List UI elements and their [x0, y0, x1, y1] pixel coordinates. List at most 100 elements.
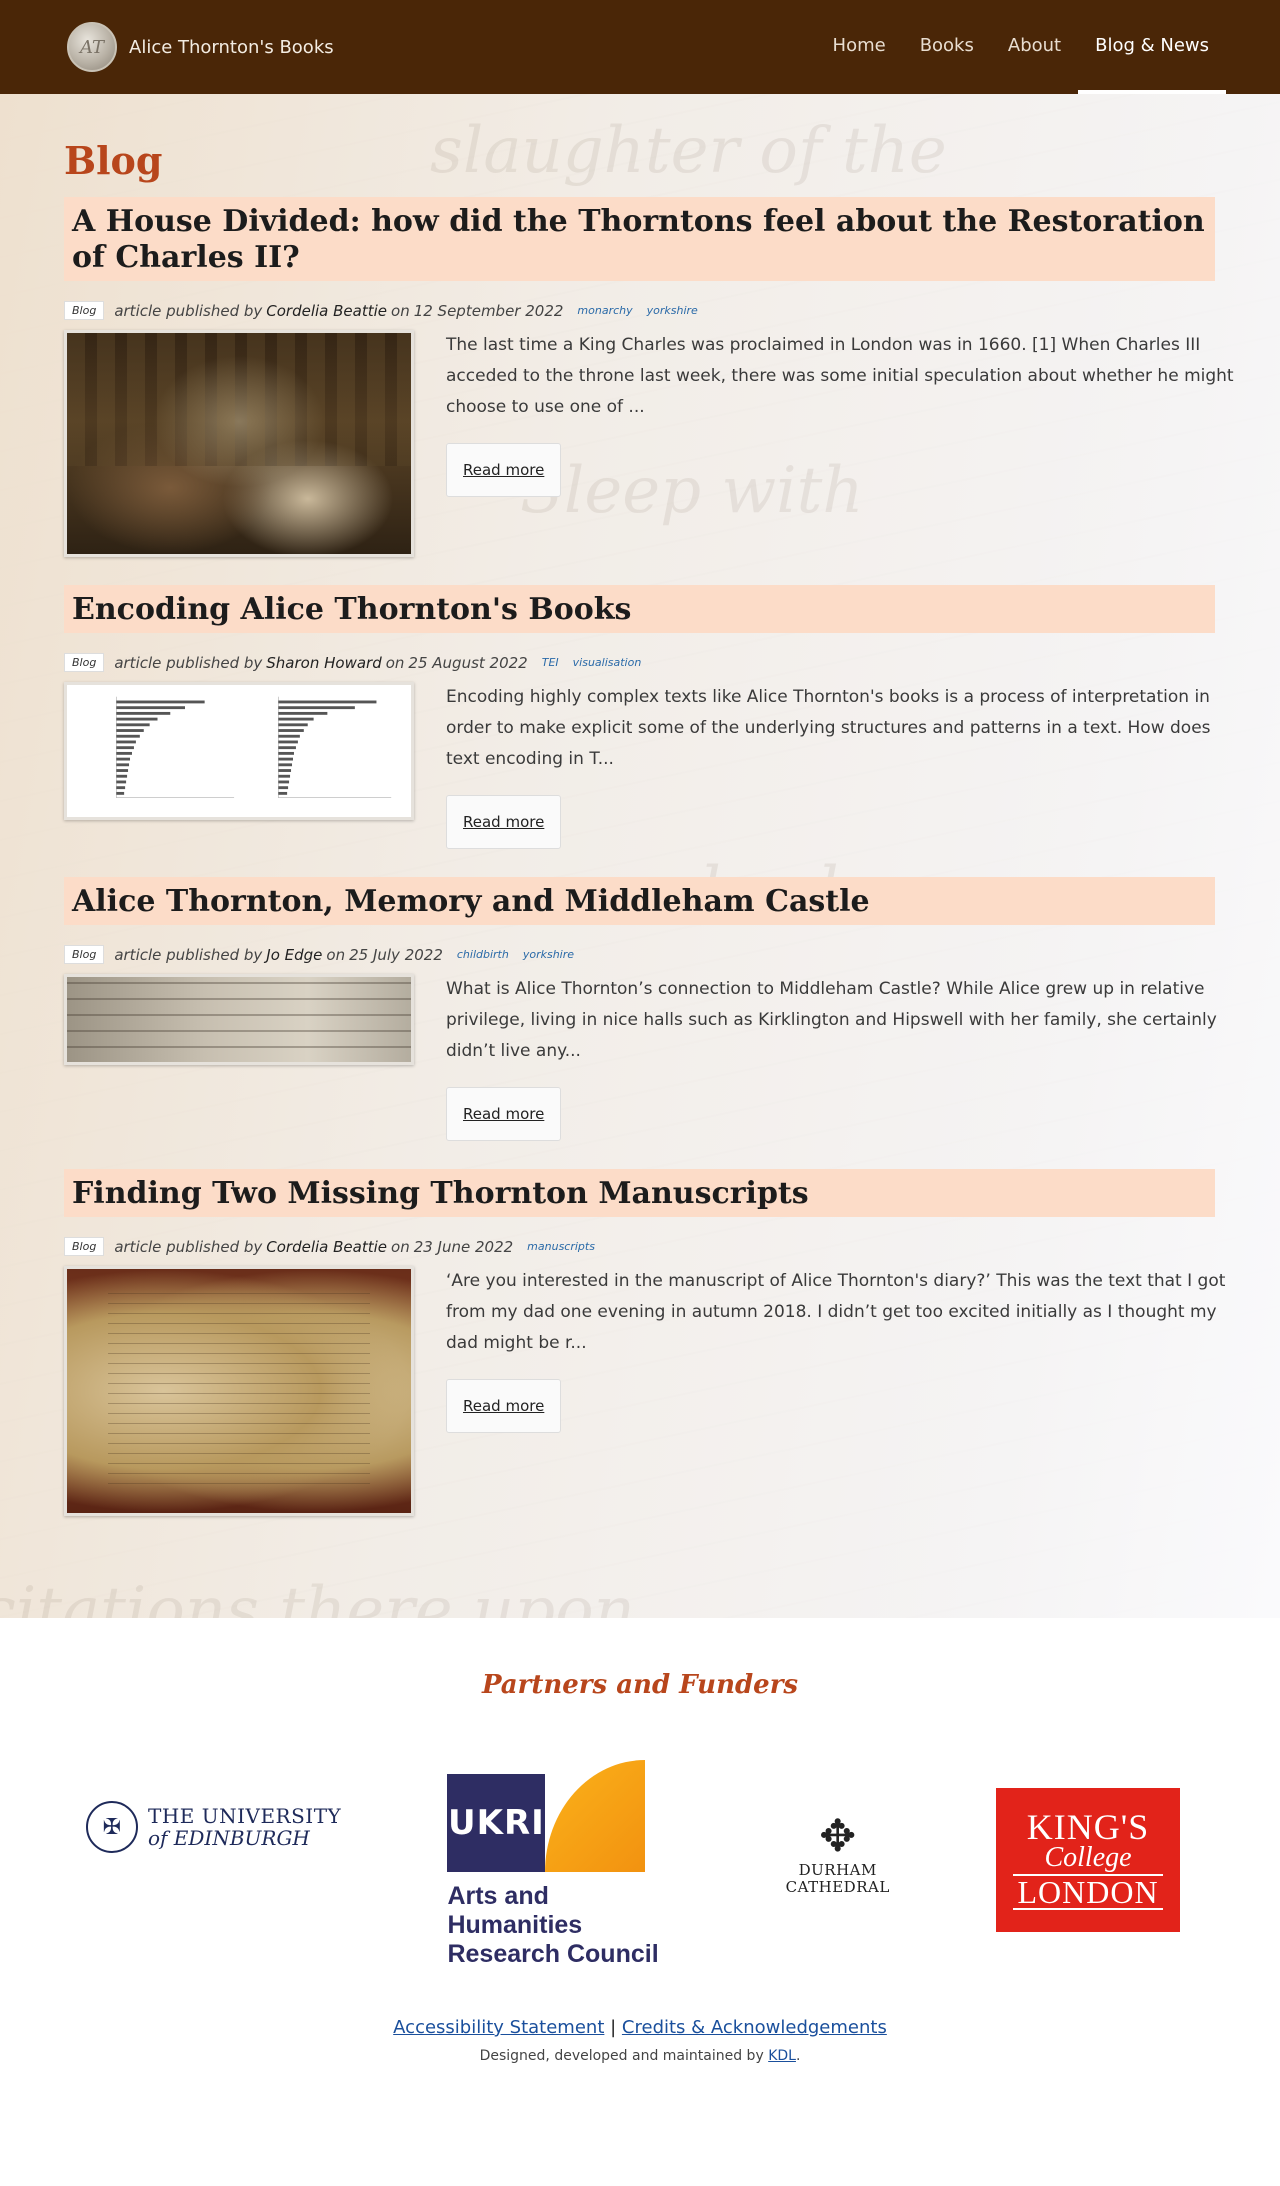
- footer-separator: |: [610, 2017, 617, 2038]
- page-title: Blog: [64, 138, 163, 183]
- post-body: What is Alice Thornton’s connection to M…: [64, 974, 1246, 1141]
- post-title[interactable]: Alice Thornton, Memory and Middleham Cas…: [64, 877, 1215, 925]
- read-more-button[interactable]: Read more: [446, 1379, 562, 1433]
- ukri-ahrc-logo[interactable]: UKRI Arts and Humanities Research Counci…: [447, 1759, 679, 1969]
- post-summary: Encoding highly complex texts like Alice…: [446, 687, 1211, 769]
- ukri-mark-icon: UKRI: [447, 1759, 647, 1872]
- post-date: 25 July 2022: [349, 945, 443, 964]
- nav-home[interactable]: Home: [816, 0, 903, 94]
- post-thumbnail-image[interactable]: [64, 974, 414, 1065]
- nav-blog-news[interactable]: Blog & News: [1078, 0, 1226, 94]
- blog-post: Alice Thornton, Memory and Middleham Cas…: [64, 877, 1246, 1141]
- category-badge[interactable]: Blog: [64, 653, 105, 672]
- brand[interactable]: AT Alice Thornton's Books: [67, 22, 334, 72]
- blog-post: Finding Two Missing Thornton Manuscripts…: [64, 1169, 1246, 1516]
- site-navbar: AT Alice Thornton's Books Home Books Abo…: [0, 0, 1280, 94]
- credit-suffix: .: [795, 2048, 801, 2064]
- blog-post: A House Divided: how did the Thorntons f…: [64, 197, 1246, 557]
- post-thumbnail-image[interactable]: [64, 682, 414, 820]
- post-author: Sharon Howard: [266, 653, 382, 672]
- post-summary: What is Alice Thornton’s connection to M…: [446, 979, 1217, 1061]
- post-meta: Blog article published by Sharon Howard …: [64, 653, 1246, 672]
- post-meta: Blog article published by Jo Edge on 25 …: [64, 945, 1246, 964]
- post-author: Cordelia Beattie: [266, 1237, 388, 1256]
- ahrc-line: Humanities: [447, 1910, 583, 1939]
- post-text: ‘Are you interested in the manuscript of…: [446, 1266, 1246, 1516]
- meta-on: on: [391, 1237, 410, 1256]
- partners-title: Partners and Funders: [481, 1670, 799, 1700]
- kings-college-logo[interactable]: KING'S College LONDON: [996, 1788, 1180, 1932]
- edinburgh-logo[interactable]: ✠ THE UNIVERSITY of EDINBURGH: [86, 1801, 341, 1853]
- main-nav: Home Books About Blog & News: [816, 0, 1226, 94]
- edinburgh-crest-icon: ✠: [86, 1801, 138, 1853]
- post-body: ‘Are you interested in the manuscript of…: [64, 1266, 1246, 1516]
- blog-post: Encoding Alice Thornton's Books Blog art…: [64, 585, 1246, 849]
- background-handwriting: citations there upon: [0, 1574, 635, 1618]
- meta-prefix: article published by: [114, 653, 263, 672]
- post-body: The last time a King Charles was proclai…: [64, 330, 1246, 557]
- category-badge[interactable]: Blog: [64, 945, 105, 964]
- nav-books[interactable]: Books: [903, 0, 991, 94]
- post-title[interactable]: Encoding Alice Thornton's Books: [64, 585, 1215, 633]
- blog-main: slaughter of the Sleep with hookes citat…: [0, 94, 1280, 1618]
- post-tag[interactable]: childbirth: [457, 948, 509, 961]
- ukri-box: UKRI: [447, 1773, 546, 1872]
- post-summary: ‘Are you interested in the manuscript of…: [446, 1271, 1226, 1353]
- cross-icon: ✥: [819, 1811, 857, 1862]
- meta-prefix: article published by: [114, 945, 263, 964]
- post-title[interactable]: Finding Two Missing Thornton Manuscripts: [64, 1169, 1215, 1217]
- brand-name: Alice Thornton's Books: [129, 36, 334, 58]
- footer-links: Accessibility Statement | Credits & Ackn…: [0, 2017, 1280, 2038]
- edinburgh-wordmark: THE UNIVERSITY of EDINBURGH: [148, 1805, 341, 1849]
- ahrc-name: Arts and Humanities Research Council: [447, 1882, 679, 1969]
- read-more-button[interactable]: Read more: [446, 1087, 562, 1141]
- edinburgh-line1: THE UNIVERSITY: [148, 1804, 342, 1828]
- site-footer: Partners and Funders ✠ THE UNIVERSITY of…: [0, 1618, 1280, 2064]
- brand-logo-icon: AT: [67, 22, 117, 72]
- post-tag[interactable]: manuscripts: [527, 1240, 595, 1253]
- read-more-button[interactable]: Read more: [446, 795, 562, 849]
- meta-prefix: article published by: [114, 301, 263, 320]
- kings-line1: KING'S: [1026, 1807, 1150, 1847]
- post-text: Encoding highly complex texts like Alice…: [446, 682, 1246, 849]
- post-date: 23 June 2022: [413, 1237, 514, 1256]
- edinburgh-line2: of EDINBURGH: [148, 1826, 310, 1850]
- post-meta: Blog article published by Cordelia Beatt…: [64, 1237, 1246, 1256]
- post-title[interactable]: A House Divided: how did the Thorntons f…: [64, 197, 1215, 281]
- post-date: 12 September 2022: [413, 301, 564, 320]
- footer-credit: Designed, developed and maintained by KD…: [0, 2048, 1280, 2064]
- post-tag[interactable]: monarchy: [577, 304, 632, 317]
- credits-link[interactable]: Credits & Acknowledgements: [622, 2017, 887, 2038]
- post-date: 25 August 2022: [408, 653, 528, 672]
- post-tag[interactable]: TEI: [542, 656, 559, 669]
- post-body: Encoding highly complex texts like Alice…: [64, 682, 1246, 849]
- durham-line1: DURHAM: [798, 1861, 877, 1879]
- durham-line2: CATHEDRAL: [785, 1878, 890, 1896]
- post-tag[interactable]: yorkshire: [647, 304, 698, 317]
- meta-on: on: [391, 301, 410, 320]
- post-thumbnail-image[interactable]: [64, 330, 414, 557]
- kings-line2: College: [1044, 1842, 1132, 1873]
- credit-prefix: Designed, developed and maintained by: [479, 2048, 764, 2064]
- post-text: What is Alice Thornton’s connection to M…: [446, 974, 1246, 1141]
- meta-prefix: article published by: [114, 1237, 263, 1256]
- durham-cathedral-logo[interactable]: ✥ DURHAM CATHEDRAL: [786, 1812, 890, 1896]
- post-tag[interactable]: visualisation: [573, 656, 642, 669]
- category-badge[interactable]: Blog: [64, 1237, 105, 1256]
- meta-on: on: [326, 945, 346, 964]
- nav-about[interactable]: About: [991, 0, 1078, 94]
- kdl-link[interactable]: KDL: [768, 2048, 796, 2064]
- read-more-button[interactable]: Read more: [446, 443, 562, 497]
- meta-on: on: [385, 653, 405, 672]
- category-badge[interactable]: Blog: [64, 301, 105, 320]
- partner-logos: ✠ THE UNIVERSITY of EDINBURGH UKRI Arts …: [0, 1756, 1280, 1972]
- post-thumbnail-image[interactable]: [64, 1266, 414, 1516]
- post-tag[interactable]: yorkshire: [523, 948, 574, 961]
- post-meta: Blog article published by Cordelia Beatt…: [64, 301, 1246, 320]
- post-author: Jo Edge: [266, 945, 323, 964]
- accessibility-statement-link[interactable]: Accessibility Statement: [393, 2017, 604, 2038]
- ahrc-line: Arts and: [447, 1881, 549, 1910]
- ahrc-line: Research Council: [447, 1939, 659, 1968]
- ukri-orange-shape: [545, 1759, 646, 1872]
- post-text: The last time a King Charles was proclai…: [446, 330, 1246, 557]
